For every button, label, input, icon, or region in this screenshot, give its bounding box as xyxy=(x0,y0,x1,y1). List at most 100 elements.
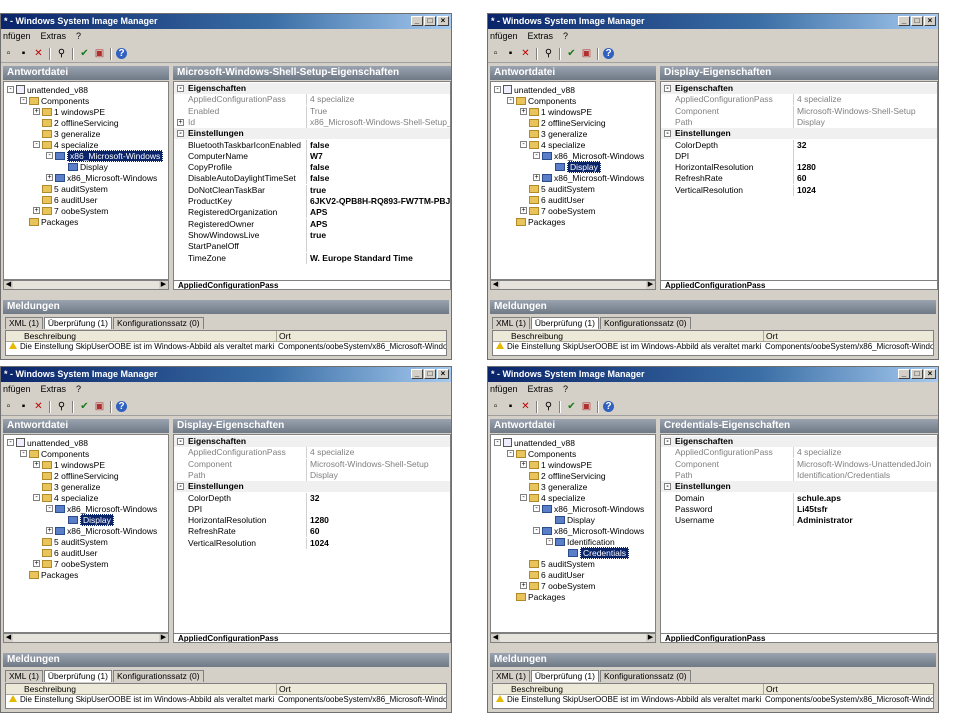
tree-node[interactable]: Credentials xyxy=(559,546,629,559)
delete-icon[interactable]: ✕ xyxy=(32,47,45,60)
property-row[interactable]: CopyProfile false xyxy=(174,162,450,174)
property-row[interactable]: Component Microsoft-Windows-Shell-Setup xyxy=(174,458,450,470)
paste-icon[interactable]: ▫ xyxy=(489,400,502,413)
property-value[interactable]: 1280 xyxy=(797,162,937,173)
tree-node[interactable]: - x86_Microsoft-Windows xyxy=(533,525,644,536)
validate-icon[interactable]: ✔ xyxy=(78,47,91,60)
expand-icon[interactable]: + xyxy=(520,582,527,589)
tree-node[interactable]: - Identification xyxy=(546,536,615,547)
tree-node[interactable]: Display xyxy=(59,161,108,172)
property-value[interactable]: APS xyxy=(310,219,450,230)
menu-item[interactable]: nfügen xyxy=(3,30,31,43)
property-row[interactable]: VerticalResolution 1024 xyxy=(174,537,450,549)
messages-tab[interactable]: Konfigurationssatz (0) xyxy=(112,317,204,329)
property-row[interactable]: + Idx86_Microsoft-Windows-Shell-Setup__ne… xyxy=(174,116,450,128)
messages-tab[interactable]: Überprüfung (1) xyxy=(43,317,112,329)
collapse-icon[interactable]: - xyxy=(20,97,27,104)
tree-node[interactable]: 5 auditSystem xyxy=(33,183,108,194)
expand-icon[interactable]: + xyxy=(33,207,40,214)
tree-node[interactable]: 3 generalize xyxy=(33,128,100,139)
menu-item[interactable]: ? xyxy=(563,383,568,396)
property-value[interactable]: Li45tsfr xyxy=(797,504,937,515)
tree-node[interactable]: Display xyxy=(546,160,601,173)
copy-icon[interactable]: ▪ xyxy=(504,47,517,60)
tree-node[interactable]: - Components xyxy=(507,95,576,106)
delete-icon[interactable]: ✕ xyxy=(519,47,532,60)
collapse-icon[interactable]: - xyxy=(664,130,671,138)
property-row[interactable]: ColorDepth 32 xyxy=(661,139,937,151)
property-row[interactable]: HorizontalResolution 1280 xyxy=(661,162,937,174)
copy-icon[interactable]: ▪ xyxy=(17,47,30,60)
collapse-icon[interactable]: - xyxy=(494,86,501,93)
property-row[interactable]: Password Li45tsfr xyxy=(661,503,937,515)
tree-node[interactable]: + x86_Microsoft-Windows xyxy=(533,172,644,183)
minimize-button[interactable]: _ xyxy=(411,369,423,379)
property-row[interactable]: HorizontalResolution 1280 xyxy=(174,515,450,527)
tree-node[interactable]: +1 windowsPE xyxy=(33,459,105,470)
collapse-icon[interactable]: - xyxy=(507,450,514,457)
property-row[interactable]: ShowWindowsLive true xyxy=(174,229,450,241)
help-icon[interactable]: ? xyxy=(603,401,614,412)
property-row[interactable]: AppliedConfigurationPass 4 specialize xyxy=(661,447,937,459)
property-value[interactable]: Administrator xyxy=(797,515,937,526)
tree-node[interactable]: Packages xyxy=(20,569,78,580)
tree-node[interactable]: +1 windowsPE xyxy=(520,106,592,117)
collapse-icon[interactable]: - xyxy=(507,97,514,104)
property-row[interactable]: Enabled True xyxy=(174,105,450,117)
tree-node[interactable]: 2 offlineServicing xyxy=(520,117,606,128)
collapse-icon[interactable]: - xyxy=(7,439,14,446)
property-value[interactable]: 32 xyxy=(310,493,450,504)
property-value[interactable]: 60 xyxy=(797,173,937,184)
tree-node[interactable]: 6 auditUser xyxy=(520,194,584,205)
property-value[interactable]: 6JKV2-QPB8H-RQ893-FW7TM-PBJ73 xyxy=(310,196,450,207)
tree-node[interactable]: - 4 specialize xyxy=(520,139,585,150)
tree-node[interactable]: 5 auditSystem xyxy=(33,536,108,547)
search-icon[interactable]: ⚲ xyxy=(542,47,555,60)
search-icon[interactable]: ⚲ xyxy=(55,47,68,60)
collapse-icon[interactable]: - xyxy=(177,483,184,491)
collapse-icon[interactable]: - xyxy=(533,505,540,512)
tree-node[interactable]: - unattended_v88 xyxy=(7,437,88,448)
collapse-icon[interactable]: - xyxy=(520,141,527,148)
tree-node[interactable]: 2 offlineServicing xyxy=(520,470,606,481)
table-row[interactable]: Die Einstellung SkipUserOOBE ist im Wind… xyxy=(6,695,446,704)
menu-item[interactable]: Extras xyxy=(528,383,554,396)
catalog-icon[interactable]: ▣ xyxy=(580,47,593,60)
collapse-icon[interactable]: - xyxy=(33,141,40,148)
property-row[interactable]: TimeZone W. Europe Standard Time xyxy=(174,252,450,264)
menu-item[interactable]: nfügen xyxy=(490,30,518,43)
menu-item[interactable]: nfügen xyxy=(3,383,31,396)
table-row[interactable]: Die Einstellung SkipUserOOBE ist im Wind… xyxy=(493,695,933,704)
messages-tab[interactable]: Überprüfung (1) xyxy=(530,317,599,329)
property-value[interactable]: W7 xyxy=(310,151,450,162)
scroll-left-icon[interactable]: ◀ xyxy=(491,634,500,642)
tree-node[interactable]: 6 auditUser xyxy=(33,194,97,205)
paste-icon[interactable]: ▫ xyxy=(2,400,15,413)
tree-node[interactable]: - 4 specialize xyxy=(33,139,98,150)
property-value[interactable]: 32 xyxy=(797,140,937,151)
catalog-icon[interactable]: ▣ xyxy=(93,400,106,413)
column-header-location[interactable]: Ort xyxy=(276,684,291,694)
tree-node[interactable]: 3 generalize xyxy=(520,481,587,492)
expand-icon[interactable]: + xyxy=(46,527,53,534)
tree-node[interactable]: Display xyxy=(59,513,114,526)
messages-tab[interactable]: Überprüfung (1) xyxy=(530,670,599,682)
collapse-icon[interactable]: - xyxy=(7,86,14,93)
property-value[interactable]: true xyxy=(310,230,450,241)
column-header-description[interactable]: Beschreibung xyxy=(24,331,76,341)
minimize-button[interactable]: _ xyxy=(411,16,423,26)
collapse-icon[interactable]: - xyxy=(533,152,540,159)
tree-node[interactable]: - x86_Microsoft-Windows xyxy=(46,503,157,514)
search-icon[interactable]: ⚲ xyxy=(55,400,68,413)
tree-node[interactable]: +1 windowsPE xyxy=(520,459,592,470)
column-header-description[interactable]: Beschreibung xyxy=(511,684,563,694)
help-icon[interactable]: ? xyxy=(603,48,614,59)
table-row[interactable]: Die Einstellung SkipUserOOBE ist im Wind… xyxy=(493,342,933,351)
property-row[interactable]: Path Display xyxy=(661,116,937,128)
property-value[interactable]: true xyxy=(310,185,450,196)
property-value[interactable]: false xyxy=(310,140,450,151)
collapse-icon[interactable]: - xyxy=(664,438,671,445)
maximize-button[interactable]: □ xyxy=(424,16,436,26)
messages-tab[interactable]: XML (1) xyxy=(5,317,43,329)
expand-icon[interactable]: + xyxy=(533,174,540,181)
